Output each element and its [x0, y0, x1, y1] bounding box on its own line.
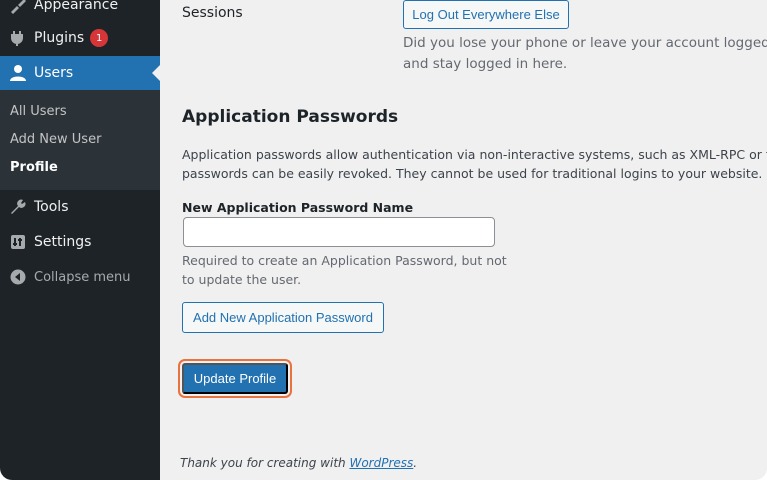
footer-suffix: . [413, 456, 418, 470]
add-new-application-password-button[interactable]: Add New Application Password [182, 302, 384, 333]
menu-item-appearance[interactable]: Appearance [0, 0, 160, 22]
update-profile-button[interactable]: Update Profile [182, 363, 288, 394]
help-line-2: to update the user. [182, 272, 302, 287]
menu-item-settings[interactable]: Settings [0, 225, 160, 259]
plugin-icon [8, 28, 28, 48]
app-password-help-text: Required to create an Application Passwo… [182, 251, 507, 289]
submenu-add-new-user[interactable]: Add New User [10, 132, 101, 147]
log-out-everywhere-button[interactable]: Log Out Everywhere Else [403, 0, 569, 29]
menu-item-plugins[interactable]: Plugins 1 [0, 21, 160, 55]
application-passwords-heading: Application Passwords [182, 107, 399, 127]
wordpress-link[interactable]: WordPress [349, 456, 413, 470]
collapse-arrow-icon [8, 267, 28, 287]
sessions-description: Did you lose your phone or leave your ac… [403, 33, 767, 75]
footer-text: Thank you for creating with [180, 456, 350, 470]
app-passwords-desc-line-1: Application passwords allow authenticati… [182, 147, 767, 162]
sessions-label: Sessions [182, 5, 243, 21]
menu-label: Plugins [34, 30, 85, 46]
paintbrush-icon [8, 0, 28, 15]
menu-label: Users [34, 65, 74, 81]
collapse-menu-button[interactable]: Collapse menu [0, 260, 160, 294]
help-line-1: Required to create an Application Passwo… [182, 253, 507, 268]
submenu-profile[interactable]: Profile [10, 160, 58, 175]
sessions-desc-line-1: Did you lose your phone or leave your ac… [403, 35, 767, 51]
wrench-icon [8, 197, 28, 217]
application-passwords-description: Application passwords allow authenticati… [182, 145, 767, 183]
app-password-name-label: New Application Password Name [182, 200, 414, 215]
users-submenu: All Users Add New User Profile [0, 90, 160, 190]
wp-admin-window: Appearance Plugins 1 Users All Users Add… [0, 0, 767, 480]
footer-credit: Thank you for creating with WordPress. [180, 456, 417, 470]
collapse-label: Collapse menu [34, 269, 131, 285]
update-count-badge: 1 [90, 29, 109, 47]
settings-icon [8, 232, 28, 252]
sessions-desc-line-2: and stay logged in here. [403, 56, 568, 72]
menu-item-tools[interactable]: Tools [0, 190, 160, 224]
user-icon [8, 63, 28, 83]
submenu-all-users[interactable]: All Users [10, 104, 67, 119]
menu-item-users[interactable]: Users [0, 56, 160, 90]
app-password-name-input[interactable] [183, 217, 495, 247]
menu-label: Settings [34, 234, 92, 250]
app-passwords-desc-line-2: passwords can be easily revoked. They ca… [182, 166, 763, 181]
menu-label: Tools [34, 199, 69, 215]
admin-sidebar: Appearance Plugins 1 Users All Users Add… [0, 0, 160, 480]
profile-content: Sessions Log Out Everywhere Else Did you… [160, 0, 767, 480]
menu-label: Appearance [34, 0, 119, 13]
